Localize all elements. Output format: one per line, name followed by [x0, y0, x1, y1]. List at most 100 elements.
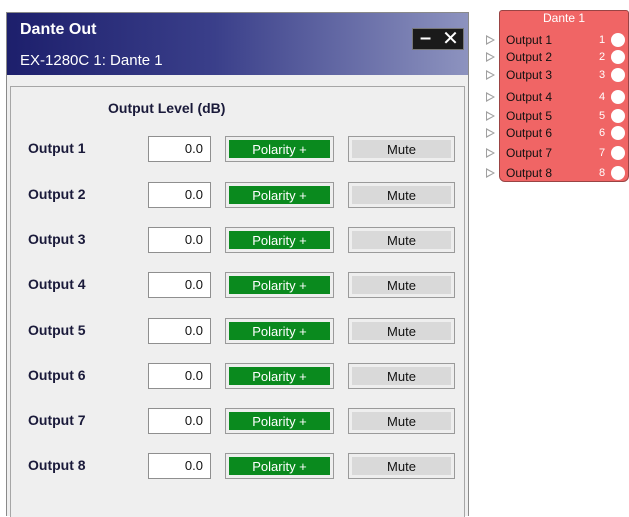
polarity-button[interactable]: Polarity + [225, 408, 334, 434]
mute-button[interactable]: Mute [348, 363, 455, 389]
polarity-button[interactable]: Polarity + [225, 182, 334, 208]
output-node-icon[interactable] [611, 109, 625, 123]
input-arrow-icon[interactable] [486, 148, 495, 158]
output-row-2: Output 2 0.0 Polarity + Mute [11, 182, 462, 208]
output-node-icon[interactable] [611, 33, 625, 47]
block-output-number: 2 [599, 51, 606, 63]
block-output-number: 5 [599, 110, 606, 122]
block-output-row: Output 4 4 [486, 89, 628, 105]
input-arrow-icon[interactable] [486, 52, 495, 62]
block-output-number: 1 [599, 34, 606, 46]
output-label: Output 4 [28, 276, 86, 292]
block-output-name: Output 5 [506, 109, 553, 123]
block-output-name: Output 2 [506, 50, 553, 64]
mute-label: Mute [352, 457, 451, 475]
block-output-row: Output 8 8 [486, 165, 628, 181]
close-button[interactable]: ✕ [438, 29, 463, 49]
output-row-1: Output 1 0.0 Polarity + Mute [11, 136, 462, 162]
output-row-7: Output 7 0.0 Polarity + Mute [11, 408, 462, 434]
polarity-button[interactable]: Polarity + [225, 453, 334, 479]
mute-button[interactable]: Mute [348, 136, 455, 162]
block-output-number: 3 [599, 69, 606, 81]
input-arrow-icon[interactable] [486, 128, 495, 138]
output-node-icon[interactable] [611, 126, 625, 140]
output-node-icon[interactable] [611, 50, 625, 64]
mute-button[interactable]: Mute [348, 272, 455, 298]
block-output-number: 6 [599, 127, 606, 139]
block-output-name: Output 8 [506, 166, 553, 180]
input-arrow-icon[interactable] [486, 35, 495, 45]
input-arrow-icon[interactable] [486, 111, 495, 121]
block-output-row: Output 1 1 [486, 32, 628, 48]
polarity-label: Polarity + [229, 186, 330, 204]
output-label: Output 8 [28, 457, 86, 473]
output-level-input[interactable]: 0.0 [148, 182, 211, 208]
output-row-4: Output 4 0.0 Polarity + Mute [11, 272, 462, 298]
mute-label: Mute [352, 276, 451, 294]
polarity-button[interactable]: Polarity + [225, 227, 334, 253]
output-node-icon[interactable] [611, 166, 625, 180]
polarity-label: Polarity + [229, 231, 330, 249]
mute-button[interactable]: Mute [348, 227, 455, 253]
block-output-row: Output 7 7 [486, 145, 628, 161]
output-row-3: Output 3 0.0 Polarity + Mute [11, 227, 462, 253]
output-row-6: Output 6 0.0 Polarity + Mute [11, 363, 462, 389]
output-row-8: Output 8 0.0 Polarity + Mute [11, 453, 462, 479]
input-arrow-icon[interactable] [486, 168, 495, 178]
input-arrow-icon[interactable] [486, 70, 495, 80]
output-label: Output 1 [28, 140, 86, 156]
block-output-row: Output 2 2 [486, 49, 628, 65]
polarity-label: Polarity + [229, 322, 330, 340]
mute-label: Mute [352, 231, 451, 249]
block-output-number: 4 [599, 91, 606, 103]
minimize-button[interactable]: – [413, 27, 438, 49]
output-node-icon[interactable] [611, 68, 625, 82]
output-level-input[interactable]: 0.0 [148, 363, 211, 389]
output-level-input[interactable]: 0.0 [148, 408, 211, 434]
mute-button[interactable]: Mute [348, 318, 455, 344]
output-label: Output 5 [28, 322, 86, 338]
input-arrow-icon[interactable] [486, 92, 495, 102]
block-output-name: Output 4 [506, 90, 553, 104]
polarity-button[interactable]: Polarity + [225, 318, 334, 344]
output-label: Output 3 [28, 231, 86, 247]
block-output-number: 7 [599, 147, 606, 159]
polarity-label: Polarity + [229, 457, 330, 475]
polarity-button[interactable]: Polarity + [225, 363, 334, 389]
window-title: Dante Out [20, 21, 97, 38]
block-output-row: Output 5 5 [486, 108, 628, 124]
output-node-icon[interactable] [611, 146, 625, 160]
mute-button[interactable]: Mute [348, 408, 455, 434]
output-level-input[interactable]: 0.0 [148, 318, 211, 344]
polarity-label: Polarity + [229, 367, 330, 385]
block-output-name: Output 7 [506, 146, 553, 160]
window-titlebar[interactable]: Dante Out EX-1280C 1: Dante 1 – ✕ [7, 13, 468, 75]
block-output-name: Output 1 [506, 33, 553, 47]
output-node-icon[interactable] [611, 90, 625, 104]
close-icon: ✕ [442, 28, 459, 50]
polarity-label: Polarity + [229, 140, 330, 158]
output-label: Output 6 [28, 367, 86, 383]
window-controls: – ✕ [412, 28, 464, 50]
minimize-icon: – [419, 27, 432, 49]
mute-button[interactable]: Mute [348, 453, 455, 479]
polarity-label: Polarity + [229, 276, 330, 294]
output-level-input[interactable]: 0.0 [148, 227, 211, 253]
output-level-input[interactable]: 0.0 [148, 453, 211, 479]
output-row-5: Output 5 0.0 Polarity + Mute [11, 318, 462, 344]
output-level-header: Output Level (dB) [108, 100, 226, 116]
mute-label: Mute [352, 186, 451, 204]
output-label: Output 7 [28, 412, 86, 428]
dante-out-window: Dante Out EX-1280C 1: Dante 1 – ✕ Output… [6, 12, 469, 517]
block-output-name: Output 3 [506, 68, 553, 82]
mute-label: Mute [352, 412, 451, 430]
dante-block[interactable]: Dante 1 Output 1 1 Output 2 2 Output 3 3… [486, 10, 629, 182]
block-output-name: Output 6 [506, 126, 553, 140]
polarity-label: Polarity + [229, 412, 330, 430]
polarity-button[interactable]: Polarity + [225, 272, 334, 298]
mute-button[interactable]: Mute [348, 182, 455, 208]
polarity-button[interactable]: Polarity + [225, 136, 334, 162]
output-level-input[interactable]: 0.0 [148, 272, 211, 298]
block-output-number: 8 [599, 167, 606, 179]
output-level-input[interactable]: 0.0 [148, 136, 211, 162]
